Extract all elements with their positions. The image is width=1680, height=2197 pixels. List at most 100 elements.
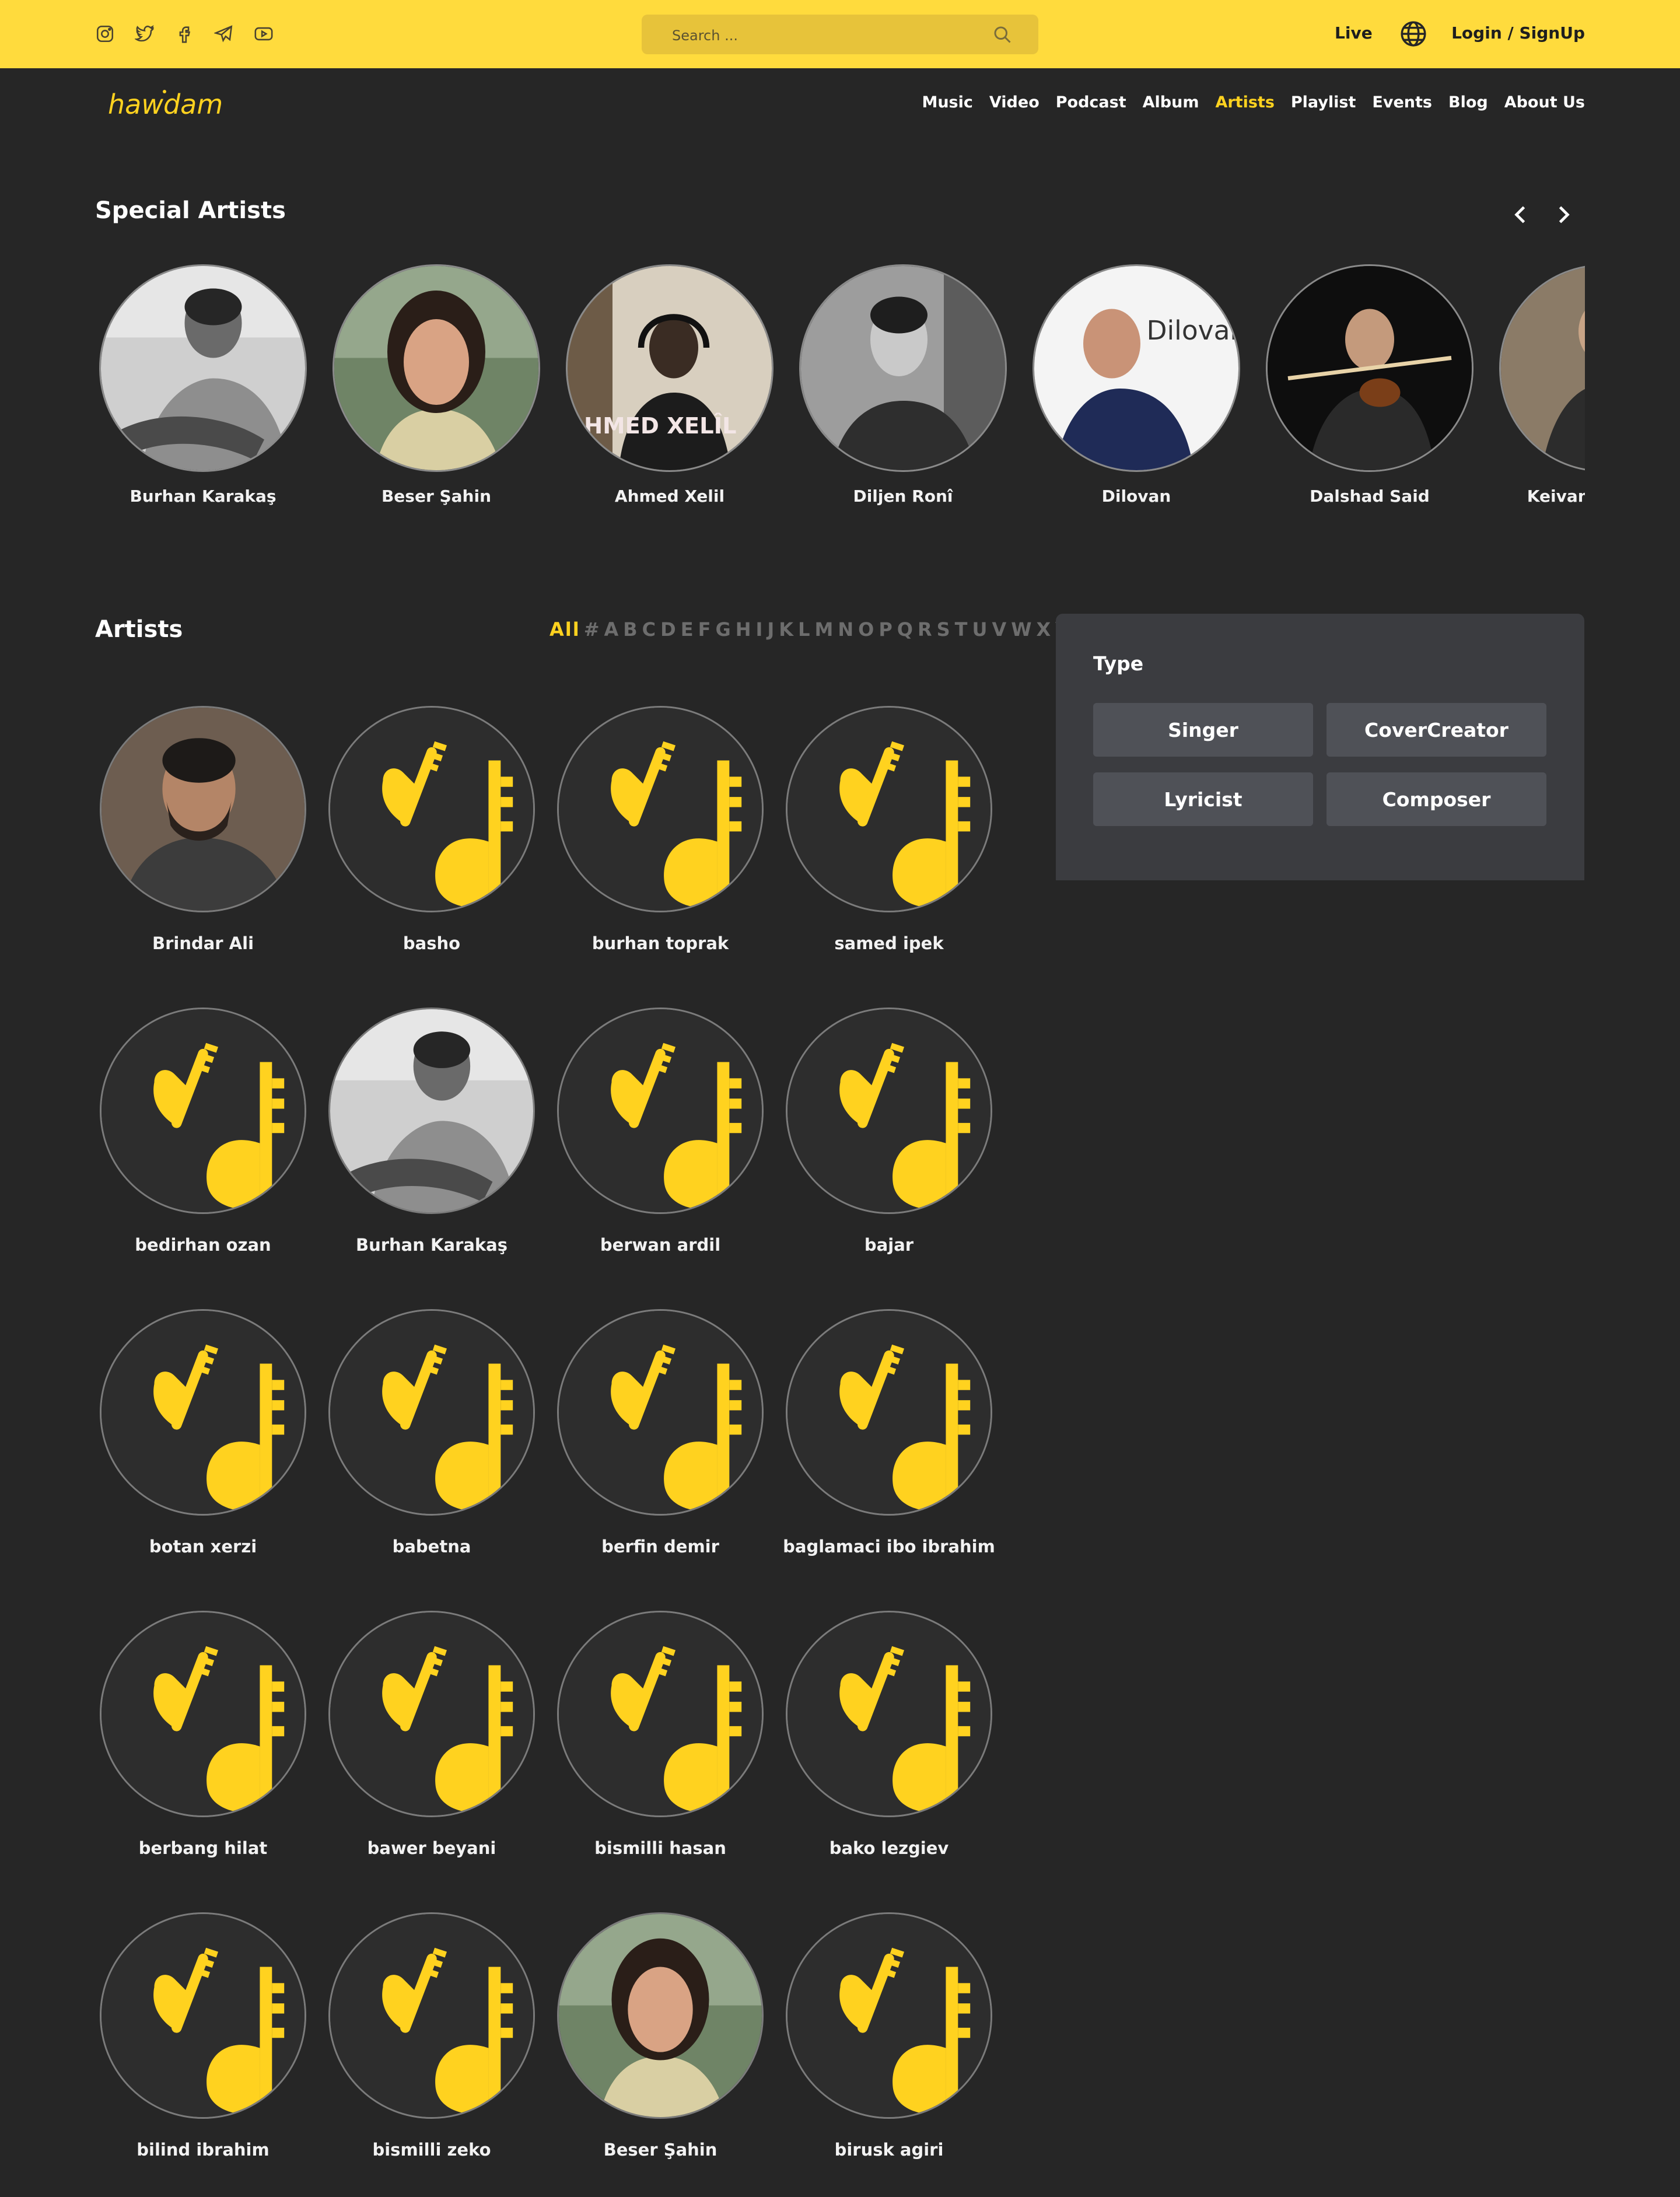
artist-photo: Dilovan — [1032, 264, 1240, 472]
alphabet-letter[interactable]: V — [992, 618, 1007, 641]
artist-name: Keivan Shahbazi — [1527, 487, 1585, 506]
telegram-icon[interactable] — [213, 24, 234, 44]
alphabet-letter[interactable]: G — [715, 618, 732, 641]
special-artists-title: Special Artists — [95, 197, 286, 224]
artist-avatar — [786, 1611, 992, 1817]
alphabet-letter[interactable]: T — [955, 618, 969, 641]
alphabet-letter[interactable]: X — [1037, 618, 1052, 641]
hawdam-logo[interactable]: hawdam — [107, 86, 223, 123]
alphabet-letter[interactable]: O — [858, 618, 875, 641]
nav-blog[interactable]: Blog — [1448, 93, 1488, 111]
nav-events[interactable]: Events — [1372, 93, 1432, 111]
artist-card[interactable]: bismilli hasan — [552, 1611, 764, 1873]
artist-card[interactable]: baglamaci ibo ibrahim — [781, 1309, 995, 1572]
nav-album[interactable]: Album — [1143, 93, 1199, 111]
search-input[interactable]: Search ... — [672, 27, 738, 44]
youtube-icon[interactable] — [254, 24, 274, 44]
alphabet-letter[interactable]: F — [698, 618, 712, 641]
nav-artists[interactable]: Artists — [1215, 93, 1274, 111]
artist-card[interactable]: bawer beyani — [324, 1611, 535, 1873]
artist-card[interactable]: berwan ardil — [552, 1007, 764, 1270]
live-link[interactable]: Live — [1335, 23, 1373, 43]
alphabet-letter[interactable]: Q — [897, 618, 914, 641]
default-artist-icon — [559, 1311, 762, 1514]
alphabet-letter[interactable]: E — [681, 618, 695, 641]
artist-avatar — [100, 706, 306, 912]
artist-card[interactable]: burhan toprak — [552, 706, 764, 968]
alphabet-letter[interactable]: N — [838, 618, 855, 641]
artist-card[interactable]: samed ipek — [781, 706, 992, 968]
instagram-icon[interactable] — [95, 24, 115, 44]
special-artists-carousel: Burhan Karakaş Beser Şahin HMED XELÎL Ah… — [95, 263, 1585, 519]
artist-card[interactable]: botan xerzi — [95, 1309, 306, 1572]
search-bar[interactable]: Search ... — [642, 15, 1038, 54]
artist-card[interactable]: birusk agiri — [781, 1912, 992, 2175]
artist-card[interactable]: bako lezgiev — [781, 1611, 992, 1873]
artist-card[interactable]: Beser Şahin — [552, 1912, 764, 2175]
filter-composer-button[interactable]: Composer — [1326, 772, 1546, 826]
login-signup-link[interactable]: Login / SignUp — [1451, 23, 1585, 43]
special-artist-card[interactable]: Dalshad Said — [1262, 263, 1495, 519]
alphabet-letter[interactable]: D — [660, 618, 677, 641]
artist-card[interactable]: babetna — [324, 1309, 535, 1572]
nav-music[interactable]: Music — [922, 93, 972, 111]
alphabet-letter[interactable]: R — [918, 618, 933, 641]
artist-avatar — [557, 1309, 764, 1516]
alphabet-letter[interactable]: # — [584, 618, 601, 641]
next-arrow-icon[interactable] — [1550, 202, 1576, 228]
special-artist-card[interactable]: Diljen Ronî — [795, 263, 1028, 519]
special-artist-card[interactable]: Beser Şahin — [328, 263, 562, 519]
artist-avatar — [100, 1611, 306, 1817]
artist-card[interactable]: bedirhan ozan — [95, 1007, 306, 1270]
artist-card[interactable]: Burhan Karakaş — [324, 1007, 535, 1270]
artist-card[interactable]: berfin demir — [552, 1309, 764, 1572]
filter-covercreator-button[interactable]: CoverCreator — [1326, 703, 1546, 757]
artist-card[interactable]: Brindar Ali — [95, 706, 306, 968]
special-artist-card[interactable]: Dilovan Dilovan — [1028, 263, 1262, 519]
nav-video[interactable]: Video — [989, 93, 1040, 111]
artist-name: Diljen Ronî — [853, 487, 953, 506]
alphabet-letter[interactable]: U — [972, 618, 988, 641]
alphabet-letter[interactable]: W — [1011, 618, 1032, 641]
special-artist-card[interactable]: HMED XELÎL Ahmed Xelil — [562, 263, 795, 519]
nav-playlist[interactable]: Playlist — [1291, 93, 1356, 111]
facebook-icon[interactable] — [174, 24, 194, 44]
artist-name: Dalshad Said — [1310, 487, 1430, 506]
alphabet-letter[interactable]: H — [736, 618, 752, 641]
artist-name: baglamaci ibo ibrahim — [783, 1537, 995, 1556]
artist-name: Beser Şahin — [603, 2140, 718, 2160]
alphabet-all[interactable]: All — [550, 618, 580, 641]
filter-singer-button[interactable]: Singer — [1093, 703, 1313, 757]
artist-name: Burhan Karakaş — [355, 1235, 508, 1255]
globe-icon[interactable] — [1399, 19, 1428, 48]
default-artist-icon — [788, 708, 991, 911]
artist-avatar — [328, 1611, 535, 1817]
nav-about-us[interactable]: About Us — [1504, 93, 1585, 111]
artist-card[interactable]: bilind ibrahim — [95, 1912, 306, 2175]
artist-card[interactable]: basho — [324, 706, 535, 968]
alphabet-letter[interactable]: C — [642, 618, 657, 641]
special-artist-card[interactable]: Burhan Karakaş — [95, 263, 328, 519]
alphabet-letter[interactable]: K — [779, 618, 794, 641]
search-icon[interactable] — [992, 24, 1013, 45]
artist-card[interactable]: bajar — [781, 1007, 992, 1270]
alphabet-letter[interactable]: B — [623, 618, 638, 641]
artist-avatar — [557, 1611, 764, 1817]
twitter-icon[interactable] — [134, 24, 155, 44]
prev-arrow-icon[interactable] — [1508, 202, 1534, 228]
nav-podcast[interactable]: Podcast — [1056, 93, 1126, 111]
alphabet-letter[interactable]: L — [798, 618, 811, 641]
filter-lyricist-button[interactable]: Lyricist — [1093, 772, 1313, 826]
artist-card[interactable]: berbang hilat — [95, 1611, 306, 1873]
main-nav: Music Video Podcast Album Artists Playli… — [922, 93, 1585, 111]
alphabet-letter[interactable]: P — [878, 618, 893, 641]
artist-card[interactable]: bismilli zeko — [324, 1912, 535, 2175]
alphabet-letter[interactable]: S — [937, 618, 951, 641]
type-filter-title: Type — [1093, 652, 1144, 675]
alphabet-letter[interactable]: I — [755, 618, 764, 641]
artist-avatar — [100, 1912, 306, 2119]
alphabet-letter[interactable]: J — [767, 618, 775, 641]
special-artist-card[interactable]: Keivan Shahbazi — [1495, 263, 1585, 519]
alphabet-letter[interactable]: M — [814, 618, 834, 641]
alphabet-letter[interactable]: A — [604, 618, 620, 641]
